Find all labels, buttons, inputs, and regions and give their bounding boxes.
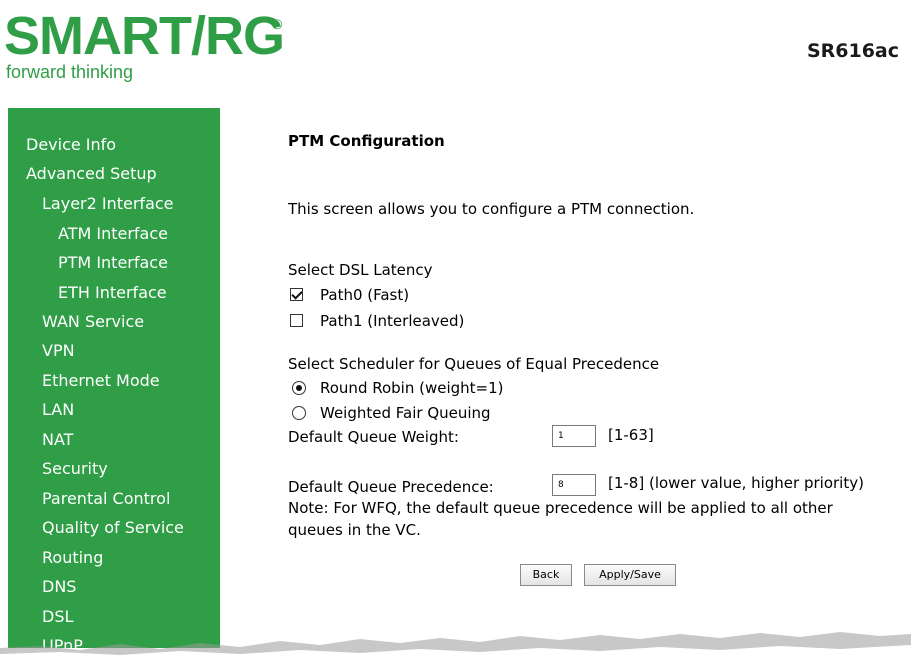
path1-checkbox[interactable]: [290, 314, 303, 327]
sidebar-item-routing[interactable]: Routing: [42, 548, 103, 567]
wfq-note-line2: queues in the VC.: [288, 521, 421, 539]
sidebar-item-wan-service[interactable]: WAN Service: [42, 312, 144, 331]
model-name: SR616ac: [806, 40, 899, 62]
sidebar-item-lan[interactable]: LAN: [42, 400, 74, 419]
sidebar: Device Info Advanced Setup Layer2 Interf…: [8, 108, 220, 648]
sidebar-item-parental-control[interactable]: Parental Control: [42, 489, 170, 508]
queue-precedence-range: [1-8] (lower value, higher priority): [608, 474, 864, 492]
queue-precedence-input[interactable]: 8: [552, 474, 596, 496]
back-button[interactable]: Back: [520, 564, 572, 586]
path0-checkbox[interactable]: [290, 288, 303, 301]
sidebar-item-nat[interactable]: NAT: [42, 430, 73, 449]
wfq-radio[interactable]: [292, 406, 306, 420]
sidebar-item-dsl[interactable]: DSL: [42, 607, 73, 626]
queue-precedence-label: Default Queue Precedence:: [288, 478, 494, 496]
sidebar-item-dns[interactable]: DNS: [42, 577, 76, 596]
wfq-note-line1: Note: For WFQ, the default queue precede…: [288, 499, 833, 517]
page-title: PTM Configuration: [288, 132, 445, 150]
description-text: This screen allows you to configure a PT…: [288, 200, 695, 218]
sidebar-item-ptm-interface[interactable]: PTM Interface: [58, 253, 168, 272]
logo-tagline: forward thinking: [6, 62, 134, 82]
sidebar-item-quality-of-service[interactable]: Quality of Service: [42, 518, 184, 537]
main-content: PTM Configuration This screen allows you…: [222, 108, 911, 648]
header: SMART/RG ® forward thinking SR616ac: [0, 0, 911, 108]
sidebar-item-layer2-interface[interactable]: Layer2 Interface: [42, 194, 174, 213]
apply-save-button[interactable]: Apply/Save: [584, 564, 676, 586]
wfq-label: Weighted Fair Queuing: [320, 404, 491, 422]
sidebar-item-advanced-setup[interactable]: Advanced Setup: [26, 164, 157, 183]
scheduler-label: Select Scheduler for Queues of Equal Pre…: [288, 355, 660, 373]
logo-registered-mark: ®: [272, 16, 283, 32]
round-robin-label: Round Robin (weight=1): [320, 379, 504, 397]
round-robin-radio[interactable]: [292, 381, 306, 395]
logo-text: SMART/RG: [4, 6, 285, 66]
latency-label: Select DSL Latency: [288, 261, 433, 279]
sidebar-item-security[interactable]: Security: [42, 459, 108, 478]
sidebar-item-vpn[interactable]: VPN: [42, 341, 75, 360]
queue-weight-label: Default Queue Weight:: [288, 428, 459, 446]
queue-weight-input[interactable]: 1: [552, 425, 596, 447]
sidebar-item-atm-interface[interactable]: ATM Interface: [58, 224, 168, 243]
sidebar-item-device-info[interactable]: Device Info: [26, 135, 116, 154]
page: SMART/RG ® forward thinking SR616ac Devi…: [0, 0, 911, 666]
path0-label: Path0 (Fast): [320, 286, 410, 304]
sidebar-item-eth-interface[interactable]: ETH Interface: [58, 283, 167, 302]
torn-edge-decoration: [0, 632, 911, 666]
logo: SMART/RG ® forward thinking: [4, 6, 294, 91]
sidebar-item-ethernet-mode[interactable]: Ethernet Mode: [42, 371, 160, 390]
queue-weight-range: [1-63]: [608, 426, 654, 444]
path1-label: Path1 (Interleaved): [320, 312, 465, 330]
